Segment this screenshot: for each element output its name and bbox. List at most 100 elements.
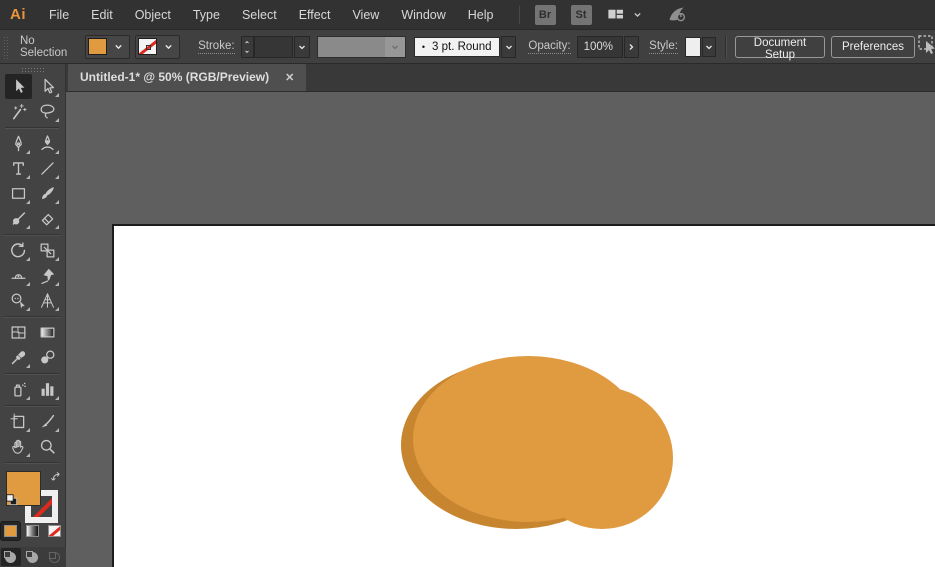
draw-behind-button[interactable] [23, 548, 43, 566]
rectangle-tool[interactable] [5, 181, 32, 206]
style-dropdown[interactable] [702, 37, 716, 57]
selection-tool[interactable] [5, 74, 32, 99]
hand-icon [9, 437, 28, 456]
menu-item-edit[interactable]: Edit [80, 0, 124, 30]
document-setup-button[interactable]: Document Setup [735, 36, 825, 58]
stock-button[interactable]: St [571, 5, 592, 25]
profile-chevron-down-icon [385, 37, 405, 57]
cc-sync-icon[interactable] [666, 4, 687, 25]
eraser-tool[interactable] [34, 206, 61, 231]
artboard-tool[interactable] [5, 409, 32, 434]
tools-panel-grip[interactable] [22, 67, 44, 72]
mesh-tool[interactable] [5, 320, 32, 345]
draw-inside-icon [49, 552, 60, 563]
drawing-modes-row [0, 547, 66, 567]
stroke-frame-icon [146, 45, 151, 50]
column-graph-tool[interactable] [34, 377, 61, 402]
pen-icon [9, 134, 28, 153]
menubar-divider [519, 6, 520, 24]
tool-row [5, 320, 61, 345]
canvas-pasteboard[interactable] [66, 92, 935, 567]
brush-preview-dot: • [422, 42, 425, 52]
fill-chevron-down-icon[interactable] [110, 37, 127, 56]
preferences-button[interactable]: Preferences [831, 36, 915, 58]
slice-tool[interactable] [34, 409, 61, 434]
fill-swatch[interactable] [88, 38, 107, 55]
scale-tool[interactable] [34, 238, 61, 263]
none-mode-button[interactable] [45, 522, 64, 540]
default-fill-stroke-icon[interactable] [5, 493, 19, 512]
document-tab[interactable]: Untitled-1* @ 50% (RGB/Preview) ✕ [68, 63, 306, 91]
ellipse-main[interactable] [413, 356, 643, 522]
color-mode-button[interactable] [1, 522, 20, 540]
menu-bar: Ai FileEditObjectTypeSelectEffectViewWin… [0, 0, 935, 30]
stroke-weight-dropdown[interactable] [294, 36, 310, 58]
eyedropper-tool[interactable] [5, 345, 32, 370]
tab-close-icon[interactable]: ✕ [285, 71, 294, 84]
stroke-color-control[interactable] [135, 35, 180, 59]
color-swatch-icon [4, 525, 17, 537]
curvature-tool[interactable] [34, 131, 61, 156]
selection-status: No Selection [20, 35, 77, 59]
menu-item-window[interactable]: Window [390, 0, 456, 30]
lasso-tool[interactable] [34, 99, 61, 124]
menu-item-help[interactable]: Help [457, 0, 505, 30]
tool-row [5, 238, 61, 263]
menu-item-object[interactable]: Object [124, 0, 182, 30]
stroke-chevron-down-icon[interactable] [160, 37, 177, 56]
stroke-weight-field[interactable] [254, 36, 293, 58]
width-tool[interactable] [5, 263, 32, 288]
draw-normal-button[interactable] [1, 548, 21, 566]
stepper-down-icon[interactable] [242, 48, 252, 55]
document-tab-bar: Untitled-1* @ 50% (RGB/Preview) ✕ [66, 64, 935, 92]
opacity-field[interactable]: 100% [577, 36, 623, 58]
gradient-tool[interactable] [34, 320, 61, 345]
puppet-warp-icon [38, 266, 57, 285]
menu-item-view[interactable]: View [341, 0, 390, 30]
stroke-weight-stepper[interactable] [241, 36, 254, 58]
shaper-tool[interactable] [5, 206, 32, 231]
shape-builder-icon [9, 291, 28, 310]
workspace-chevron-down-icon[interactable] [631, 8, 644, 21]
menu-item-select[interactable]: Select [231, 0, 288, 30]
eyedropper-icon [9, 348, 28, 367]
menu-item-effect[interactable]: Effect [288, 0, 342, 30]
stepper-up-icon[interactable] [242, 39, 252, 46]
swap-fill-stroke-icon[interactable] [50, 471, 63, 489]
gradient-mode-button[interactable] [23, 522, 42, 540]
bridge-button[interactable]: Br [535, 5, 556, 25]
pen-tool[interactable] [5, 131, 32, 156]
stroke-swatch[interactable] [138, 38, 157, 55]
line-segment-tool[interactable] [34, 156, 61, 181]
fill-color-control[interactable] [85, 35, 130, 59]
control-bar-divider [725, 36, 726, 58]
puppet-warp-tool[interactable] [34, 263, 61, 288]
opacity-label[interactable]: Opacity: [528, 40, 570, 54]
stroke-label[interactable]: Stroke: [198, 40, 234, 54]
type-icon [9, 159, 28, 178]
selection-options-icon[interactable] [915, 32, 935, 61]
blend-tool[interactable] [34, 345, 61, 370]
style-label[interactable]: Style: [649, 40, 678, 54]
shape-builder-tool[interactable] [5, 288, 32, 313]
perspective-grid-tool[interactable] [34, 288, 61, 313]
brush-definition-dropdown[interactable] [501, 36, 517, 58]
magic-wand-tool[interactable] [5, 99, 32, 124]
opacity-panel-arrow[interactable] [624, 36, 640, 58]
type-tool[interactable] [5, 156, 32, 181]
symbol-sprayer-tool[interactable] [5, 377, 32, 402]
direct-selection-tool[interactable] [34, 74, 61, 99]
paint-style-row [1, 522, 64, 540]
menu-item-type[interactable]: Type [182, 0, 231, 30]
paintbrush-tool[interactable] [34, 181, 61, 206]
workspace-switcher-icon[interactable] [606, 5, 625, 24]
style-swatch[interactable] [685, 37, 701, 57]
hand-tool[interactable] [5, 434, 32, 459]
brush-definition-field[interactable]: • 3 pt. Round [414, 37, 500, 57]
toolbar-separator [5, 234, 59, 235]
brush-definition-value: 3 pt. Round [432, 41, 491, 53]
rotate-tool[interactable] [5, 238, 32, 263]
menu-item-file[interactable]: File [38, 0, 80, 30]
zoom-tool[interactable] [34, 434, 61, 459]
control-bar-grip[interactable] [4, 35, 8, 59]
